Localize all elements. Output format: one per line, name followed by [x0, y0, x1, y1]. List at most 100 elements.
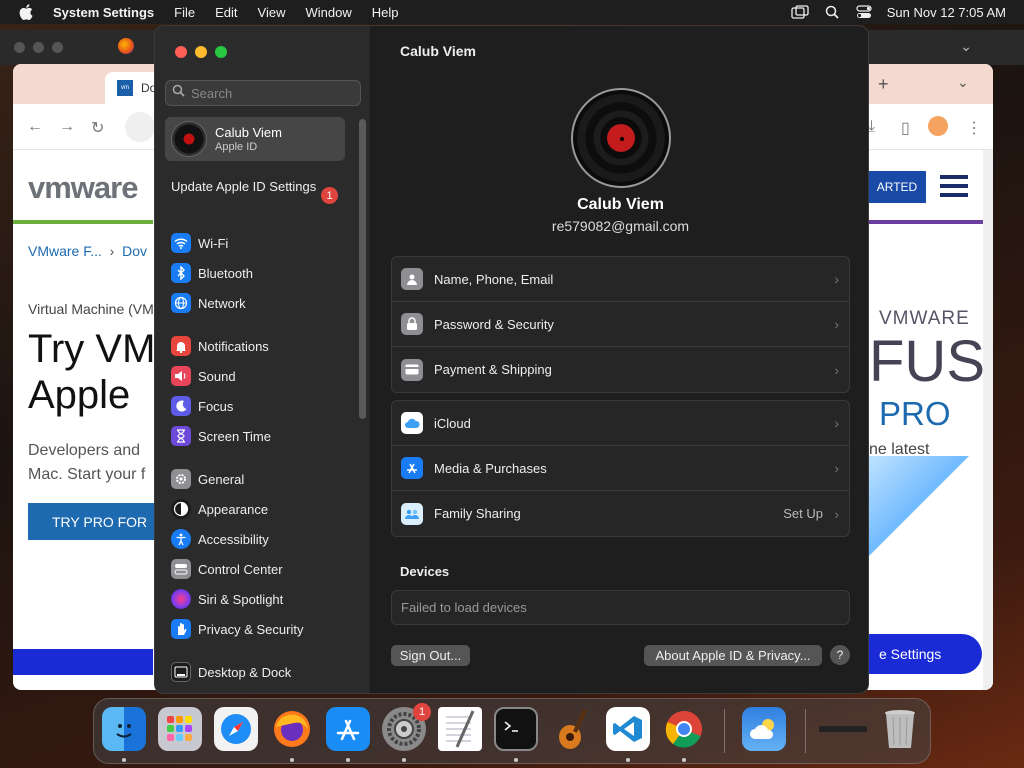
launchpad-icon[interactable] [158, 707, 202, 751]
control-center-icon [171, 559, 191, 579]
breadcrumb-link[interactable]: Dov [122, 243, 147, 259]
terminal-icon[interactable] [494, 707, 538, 751]
spotlight-search-icon[interactable] [823, 4, 841, 20]
trash-icon[interactable] [878, 707, 922, 751]
sidebar-item-label: Focus [198, 398, 234, 414]
app-store-icon[interactable] [326, 707, 370, 751]
row-media-purchases[interactable]: Media & Purchases › [392, 446, 849, 491]
running-indicator [290, 758, 294, 762]
minimized-window-thumbnail[interactable] [818, 707, 868, 751]
garageband-icon[interactable] [550, 707, 594, 751]
sidebar-item-wifi[interactable]: Wi-Fi [171, 231, 228, 255]
row-family-sharing[interactable]: Family Sharing Set Up › [392, 491, 849, 536]
cookie-settings-button[interactable]: e Settings [869, 634, 982, 674]
breadcrumb: VMware F... › Dov [28, 243, 148, 259]
credit-card-icon [401, 358, 423, 381]
sidebar-item-label: Appearance [198, 501, 269, 517]
safari-icon[interactable] [214, 707, 258, 751]
sidebar-item-bluetooth[interactable]: Bluetooth [171, 261, 253, 285]
try-pro-button[interactable]: TRY PRO FOR [28, 503, 158, 540]
sidebar-item-label: Notifications [198, 338, 269, 354]
sidebar-item-sound[interactable]: Sound [171, 364, 236, 388]
search-field[interactable] [165, 80, 361, 106]
header-accent-line [868, 220, 983, 224]
help-button[interactable]: ? [830, 645, 850, 665]
account-name: Calub Viem [215, 125, 282, 140]
menu-clock[interactable]: Sun Nov 12 7:05 AM [887, 5, 1006, 20]
sidebar-item-accessibility[interactable]: Accessibility [171, 527, 269, 551]
menu-help[interactable]: Help [372, 5, 399, 20]
chevron-down-icon[interactable]: ⌄ [960, 38, 972, 55]
chrome-icon[interactable] [662, 707, 706, 751]
row-label: Payment & Shipping [434, 362, 552, 377]
footer-banner [13, 649, 153, 675]
profile-avatar-icon[interactable] [928, 116, 948, 136]
siri-icon [171, 589, 191, 609]
sidebar-item-appearance[interactable]: Appearance [171, 497, 268, 521]
sidebar-item-general[interactable]: General [171, 467, 244, 491]
profile-picture[interactable] [571, 88, 671, 188]
reload-icon[interactable]: ↻ [91, 118, 104, 138]
get-started-button[interactable]: ARTED [868, 171, 926, 203]
chevron-right-icon: › [834, 505, 839, 522]
back-arrow-icon[interactable]: ← [27, 118, 43, 136]
close-button[interactable] [175, 46, 187, 58]
minimize-button[interactable] [195, 46, 207, 58]
menu-view[interactable]: View [258, 5, 286, 20]
apple-menu-icon[interactable] [17, 3, 35, 21]
menu-app-name[interactable]: System Settings [53, 5, 154, 20]
row-password-security[interactable]: Password & Security › [392, 302, 849, 347]
row-label: iCloud [434, 415, 471, 431]
vscode-icon[interactable] [606, 707, 650, 751]
menu-edit[interactable]: Edit [215, 5, 237, 20]
sidebar-toggle-icon[interactable]: ▯ [901, 118, 910, 138]
search-input[interactable] [191, 85, 351, 101]
apple-id-pane: Calub Viem Calub Viem re579082@gmail.com… [371, 26, 868, 693]
breadcrumb-link[interactable]: VMware F... [28, 243, 102, 259]
sidebar-item-label: Accessibility [198, 531, 269, 547]
menu-window[interactable]: Window [305, 5, 351, 20]
row-payment-shipping[interactable]: Payment & Shipping › [392, 347, 849, 392]
control-center-icon[interactable] [855, 4, 873, 20]
sidebar-item-screen-time[interactable]: Screen Time [171, 424, 271, 448]
firefox-icon[interactable] [270, 707, 314, 751]
promo-graphic [869, 456, 969, 556]
sidebar-scrollbar[interactable] [359, 119, 366, 419]
vmware-logo[interactable]: vmware [28, 170, 138, 206]
sidebar-item-desktop-dock[interactable]: Desktop & Dock [171, 660, 291, 684]
finder-icon[interactable] [102, 707, 146, 751]
hero-subtext-line: Developers and [28, 442, 141, 459]
download-icon[interactable]: ⤓ [868, 118, 875, 136]
profile-email: re579082@gmail.com [551, 218, 690, 234]
sidebar-item-focus[interactable]: Focus [171, 394, 233, 418]
textedit-icon[interactable] [438, 707, 482, 751]
sidebar-item-privacy-security[interactable]: Privacy & Security [171, 617, 303, 641]
sidebar-item-label: Control Center [198, 561, 283, 577]
dock-separator [805, 709, 806, 753]
sidebar-item-apple-id[interactable]: Calub Viem Apple ID [165, 117, 345, 161]
zoom-button[interactable] [215, 46, 227, 58]
sidebar-item-siri-spotlight[interactable]: Siri & Spotlight [171, 587, 283, 611]
row-name-phone-email[interactable]: Name, Phone, Email › [392, 257, 849, 302]
row-icloud[interactable]: iCloud › [392, 401, 849, 446]
tab-list-chevron-icon[interactable]: ⌄ [957, 74, 969, 91]
forward-arrow-icon[interactable]: → [59, 118, 75, 136]
about-apple-id-privacy-button[interactable]: About Apple ID & Privacy... [644, 645, 822, 666]
profile-name: Calub Viem [577, 196, 664, 213]
menu-file[interactable]: File [174, 5, 195, 20]
new-tab-plus-icon[interactable]: + [878, 74, 889, 95]
sidebar-item-control-center[interactable]: Control Center [171, 557, 283, 581]
hamburger-menu-icon[interactable] [940, 175, 968, 197]
sidebar-item-network[interactable]: Network [171, 291, 246, 315]
sign-out-button[interactable]: Sign Out... [391, 645, 470, 666]
row-label: Media & Purchases [434, 460, 547, 476]
sidebar-item-notifications[interactable]: Notifications [171, 334, 269, 358]
avatar [171, 121, 207, 157]
bell-icon [171, 336, 191, 356]
screen-mirroring-icon[interactable] [791, 4, 809, 20]
sidebar-item-label: Network [198, 295, 246, 311]
browser-scrollbar[interactable] [983, 150, 993, 690]
more-menu-icon[interactable]: ⋮ [966, 118, 982, 138]
address-bar[interactable] [125, 112, 155, 142]
weather-icon[interactable] [742, 707, 786, 751]
